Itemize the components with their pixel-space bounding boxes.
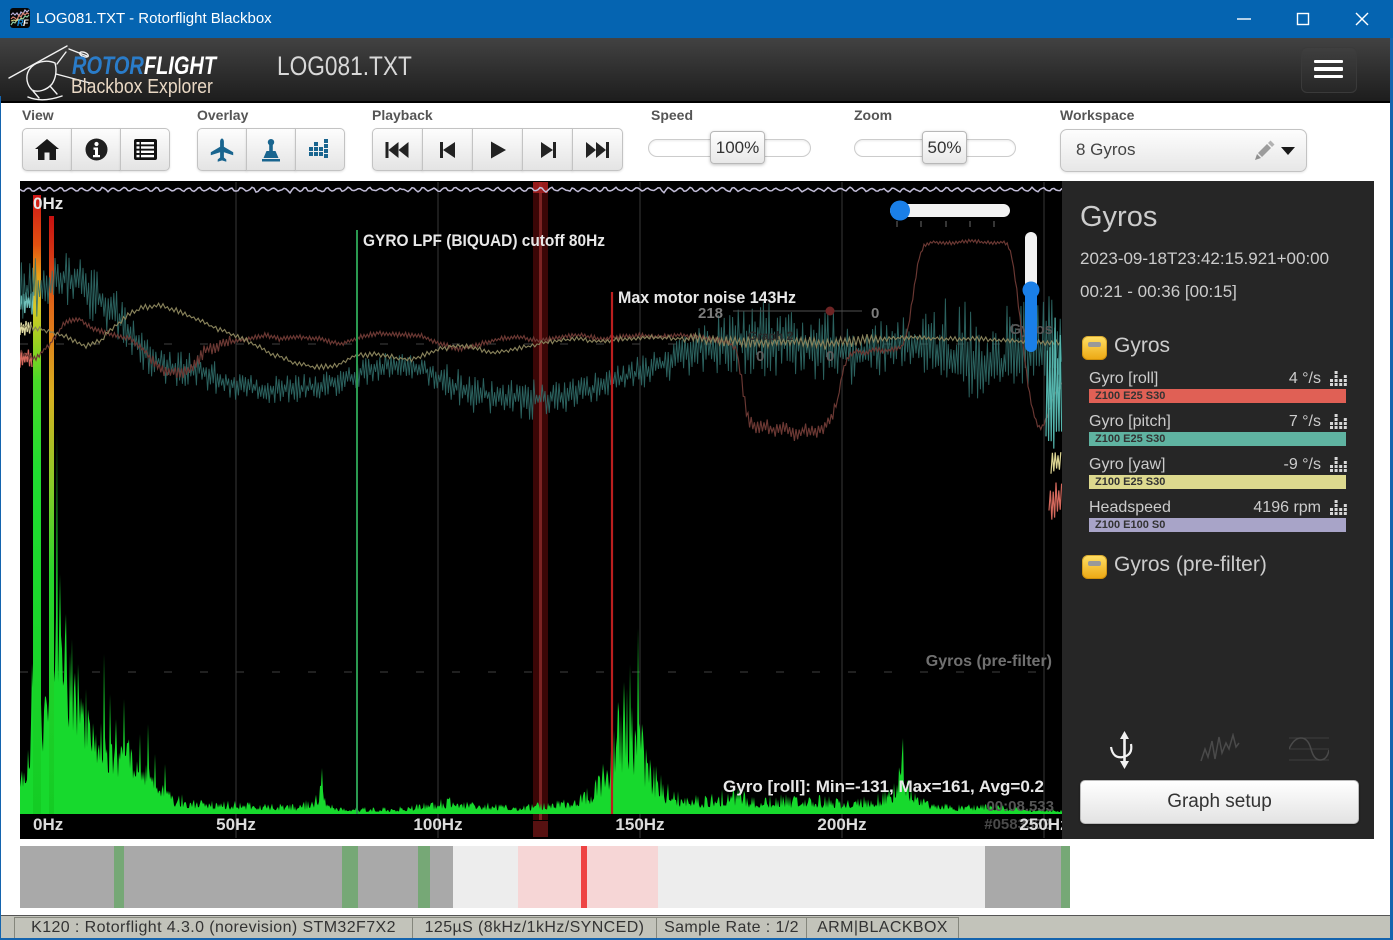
svg-text:0Hz: 0Hz: [33, 815, 63, 834]
svg-text:150Hz: 150Hz: [615, 815, 664, 834]
svg-text:250Hz: 250Hz: [1019, 815, 1062, 834]
svg-text:F: F: [23, 18, 29, 28]
svg-text:100Hz: 100Hz: [413, 815, 462, 834]
svg-text:0: 0: [826, 348, 834, 365]
svg-text:Graph 2: Graph 2: [748, 329, 794, 343]
svg-text:50Hz: 50Hz: [216, 815, 256, 834]
svg-text:GYRO LPF (BIQUAD) cutoff 80Hz: GYRO LPF (BIQUAD) cutoff 80Hz: [363, 232, 605, 250]
svg-text:Gyro [roll]: Min=-131, Max=161: Gyro [roll]: Min=-131, Max=161, Avg=0.2: [723, 778, 1044, 796]
svg-text:218: 218: [698, 305, 723, 322]
svg-text:0Hz: 0Hz: [33, 194, 63, 213]
svg-text:00:08.533: 00:08.533: [986, 798, 1054, 815]
svg-text:0: 0: [756, 348, 764, 365]
svg-text:200Hz: 200Hz: [817, 815, 866, 834]
svg-text:Gyros (pre-filter): Gyros (pre-filter): [926, 653, 1052, 670]
svg-text:0: 0: [871, 305, 879, 322]
